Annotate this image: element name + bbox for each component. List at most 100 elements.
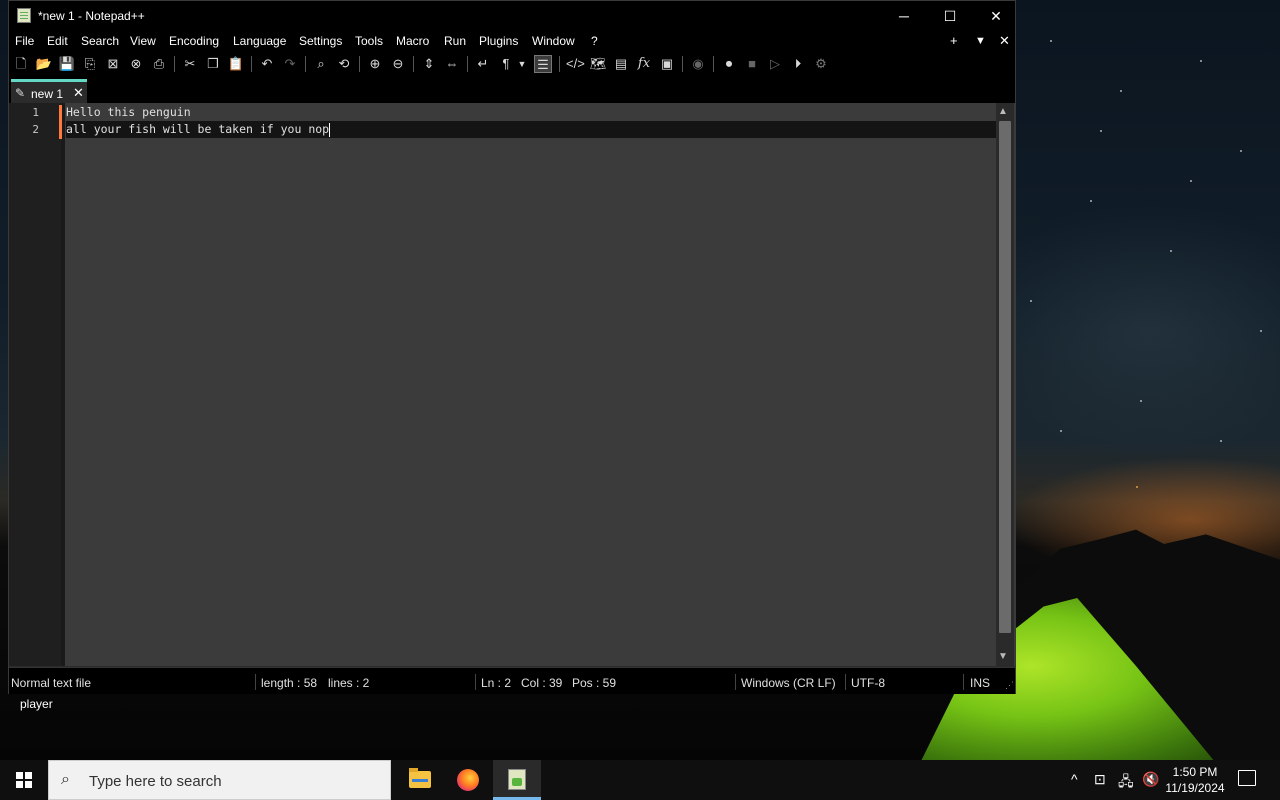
menu-macro[interactable]: Macro [396,34,429,48]
tab-label: new 1 [31,87,64,101]
status-insert-mode[interactable]: INS [970,676,990,690]
chevron-down-icon[interactable]: ▼ [517,55,527,73]
paste-icon[interactable]: 📋 [227,55,245,73]
desktop-icon-label[interactable]: player [20,697,53,711]
pencil-icon: ✎ [15,86,26,100]
show-all-characters-icon[interactable]: ¶ [497,55,515,73]
toolbar-separator [413,56,414,72]
menu-run[interactable]: Run [444,34,466,48]
open-file-icon[interactable]: 📂 [35,55,53,73]
resize-grip-icon[interactable]: ⋰ [1005,680,1014,691]
notification-center-icon[interactable] [1238,770,1256,786]
show-hidden-icons-chevron-icon[interactable]: ^ [1071,771,1078,787]
firefox-taskbar-button[interactable] [444,760,492,800]
macro-run-multiple-icon[interactable]: ⏵ [789,55,807,73]
new-file-icon[interactable]: 🗋 [12,55,30,73]
save-all-icon[interactable]: ⎘ [81,55,99,73]
notepadpp-app-icon[interactable] [17,8,31,23]
clock-date: 11/19/2024 [1165,781,1225,795]
save-icon[interactable]: 💾 [58,55,76,73]
toolbar-separator [713,56,714,72]
close-button[interactable]: ✕ [973,1,1019,31]
macro-stop-icon[interactable]: ■ [743,55,761,73]
tab-close-icon[interactable]: ✕ [73,85,84,101]
cut-icon[interactable]: ✂ [181,55,199,73]
current-text-line[interactable]: all your fish will be taken if you nop [66,121,996,138]
scroll-up-arrow-icon[interactable]: ▲ [998,106,1008,117]
menu-view[interactable]: View [130,34,156,48]
close-all-icon[interactable]: ⊗ [127,55,145,73]
network-icon[interactable]: 🖧 [1118,771,1134,795]
text-line[interactable]: Hello this penguin [66,104,996,121]
status-ln: Ln : 2 [481,676,512,690]
monitoring-icon[interactable]: ◉ [689,55,707,73]
editor-area[interactable]: 1 2 Hello this penguin all your fish wil… [9,103,1015,666]
close-document-icon[interactable]: ✕ [999,33,1010,49]
firefox-icon [457,769,479,791]
undo-icon[interactable]: ↶ [258,55,276,73]
line-number: 1 [32,106,39,119]
file-explorer-taskbar-button[interactable] [395,760,443,800]
volume-muted-icon[interactable]: 🔇 [1142,771,1159,788]
maximize-button[interactable]: ☐ [927,1,973,31]
folder-as-workspace-icon[interactable]: ▣ [658,55,676,73]
menu-language[interactable]: Language [233,34,286,48]
menu-settings[interactable]: Settings [299,34,342,48]
find-icon[interactable]: ⌕ [312,55,330,73]
taskbar-search-box[interactable]: ⌕ Type here to search [48,760,391,800]
indent-guide-icon[interactable]: ☰ [534,55,552,73]
menu-tools[interactable]: Tools [355,34,383,48]
new-tab-plus-icon[interactable]: + [950,33,958,48]
document-list-icon[interactable]: ▤ [612,55,630,73]
change-marker [59,105,62,122]
taskbar-clock[interactable]: 1:50 PM 11/19/2024 [1160,764,1230,796]
menu-plugins[interactable]: Plugins [479,34,518,48]
scrollbar-thumb[interactable] [999,121,1011,633]
macro-save-icon[interactable]: ⚙ [812,55,830,73]
word-wrap-icon[interactable]: ↵ [474,55,492,73]
security-icon[interactable]: ⊡ [1094,771,1106,788]
tab-list-dropdown-icon[interactable]: ▼ [975,35,986,47]
copy-icon[interactable]: ❐ [204,55,222,73]
sync-vertical-scroll-icon[interactable]: ⇕ [420,55,438,73]
toolbar-separator [559,56,560,72]
toolbar-separator [305,56,306,72]
vertical-scrollbar[interactable]: ▲ ▼ [996,103,1014,666]
zoom-in-icon[interactable]: ⊕ [366,55,384,73]
menu-edit[interactable]: Edit [47,34,68,48]
status-separator [255,674,256,690]
sync-horizontal-scroll-icon[interactable]: ⇔ [443,55,461,73]
status-eol[interactable]: Windows (CR LF) [741,676,836,690]
notepadpp-taskbar-button[interactable] [493,760,541,800]
menu-window[interactable]: Window [532,34,575,48]
notepadpp-icon [508,769,526,790]
title-bar[interactable]: *new 1 - Notepad++ ─ ☐ ✕ [9,1,1015,31]
minimize-button[interactable]: ─ [881,1,927,31]
start-button[interactable] [0,760,48,800]
tab-new-1[interactable]: ✎ new 1 ✕ [11,79,87,103]
folder-icon [409,768,431,788]
user-defined-language-icon[interactable]: </> [566,55,585,73]
menu-encoding[interactable]: Encoding [169,34,219,48]
menu-search[interactable]: Search [81,34,119,48]
status-encoding: UTF-8 [851,676,885,690]
document-map-icon[interactable]: 🗺 [589,55,607,73]
macro-play-icon[interactable]: ▷ [766,55,784,73]
menu-help[interactable]: ? [591,34,598,48]
menu-file[interactable]: File [15,34,34,48]
status-separator [735,674,736,690]
scroll-down-arrow-icon[interactable]: ▼ [998,651,1008,662]
status-length: length : 58 [261,676,318,690]
status-col: Col : 39 [521,676,563,690]
zoom-out-icon[interactable]: ⊖ [389,55,407,73]
window-title: *new 1 - Notepad++ [38,9,145,23]
macro-record-icon[interactable]: ⏺ [720,55,738,73]
fold-margin[interactable] [61,103,65,666]
redo-icon[interactable]: ↷ [281,55,299,73]
print-icon[interactable]: ⎙ [150,55,168,73]
close-file-icon[interactable]: ⊠ [104,55,122,73]
function-list-icon[interactable]: fx [635,55,653,73]
replace-icon[interactable]: ⟲ [335,55,353,73]
taskbar: ⌕ Type here to search ^ ⊡ 🖧 🔇 1:50 PM 11… [0,760,1280,800]
line-number: 2 [32,123,39,136]
